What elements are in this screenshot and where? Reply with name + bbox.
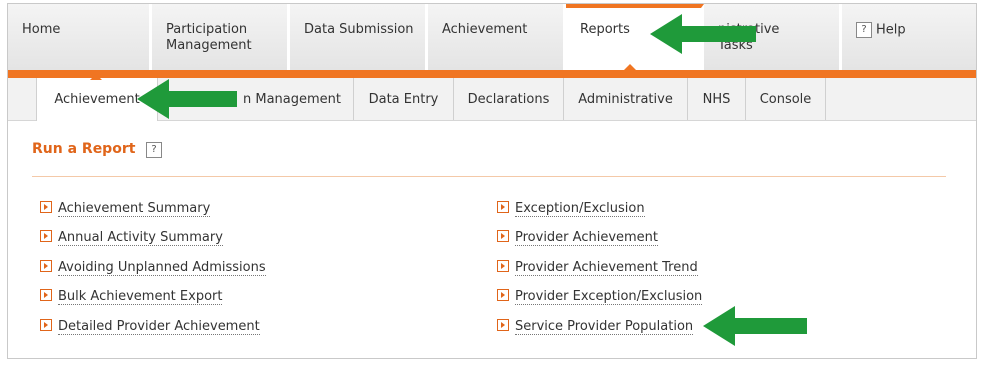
report-link-provider-exception-exclusion[interactable]: Provider Exception/Exclusion <box>497 289 703 305</box>
report-link-label: Provider Achievement <box>515 230 659 246</box>
tab-data-submission[interactable]: Data Submission <box>290 4 428 70</box>
play-arrow-icon <box>40 230 52 242</box>
subtab-achievement-label: Achievement <box>54 92 140 107</box>
report-link-exception-exclusion[interactable]: Exception/Exclusion <box>497 201 645 217</box>
report-link-label: Service Provider Population <box>515 319 694 335</box>
report-link-label: Exception/Exclusion <box>515 201 645 217</box>
report-panel: Home Participation Management Data Submi… <box>7 3 977 359</box>
play-arrow-icon <box>40 289 52 301</box>
tab-home-label: Home <box>22 22 61 37</box>
subtab-nhs[interactable]: NHS <box>688 78 746 120</box>
report-link-annual-activity-summary[interactable]: Annual Activity Summary <box>40 230 223 246</box>
subtab-nhs-label: NHS <box>702 92 731 107</box>
green-arrow-reports-icon <box>650 14 756 54</box>
subtab-participation-management-label: n Management <box>242 92 341 107</box>
subtab-data-entry[interactable]: Data Entry <box>354 78 454 120</box>
report-link-label: Avoiding Unplanned Admissions <box>58 260 266 276</box>
play-arrow-icon <box>40 260 52 272</box>
report-link-label: Bulk Achievement Export <box>58 289 223 305</box>
top-navigation: Home Participation Management Data Submi… <box>8 4 976 70</box>
report-link-label: Provider Exception/Exclusion <box>515 289 703 305</box>
subtab-console[interactable]: Console <box>746 78 826 120</box>
run-report-title: Run a Report <box>32 141 136 157</box>
tab-achievement-label: Achievement <box>442 22 528 37</box>
report-link-provider-achievement[interactable]: Provider Achievement <box>497 230 659 246</box>
report-link-bulk-achievement-export[interactable]: Bulk Achievement Export <box>40 289 223 305</box>
tab-help-label: Help <box>876 22 906 38</box>
play-arrow-icon <box>497 319 509 331</box>
report-link-provider-achievement-trend[interactable]: Provider Achievement Trend <box>497 260 698 276</box>
report-link-label: Provider Achievement Trend <box>515 260 698 276</box>
subtab-console-label: Console <box>759 92 812 107</box>
report-link-avoiding-unplanned-admissions[interactable]: Avoiding Unplanned Admissions <box>40 260 266 276</box>
play-arrow-icon <box>40 319 52 331</box>
tab-home[interactable]: Home <box>8 4 152 70</box>
help-icon: ? <box>856 22 872 38</box>
active-subtab-caret <box>90 74 102 80</box>
report-link-service-provider-population[interactable]: Service Provider Population <box>497 319 694 335</box>
report-link-label: Achievement Summary <box>58 201 211 217</box>
tab-reports-label: Reports <box>580 22 630 37</box>
tab-data-submission-label: Data Submission <box>304 22 414 37</box>
report-link-label: Annual Activity Summary <box>58 230 223 246</box>
play-arrow-icon <box>497 230 509 242</box>
accent-bar <box>8 70 976 78</box>
tab-participation-management-label: Participation Management <box>166 22 252 53</box>
report-link-label: Detailed Provider Achievement <box>58 319 260 335</box>
play-arrow-icon <box>497 289 509 301</box>
subtab-data-entry-label: Data Entry <box>368 92 439 107</box>
subtab-declarations-label: Declarations <box>467 92 550 107</box>
green-arrow-achievement-icon <box>137 79 237 119</box>
play-arrow-icon <box>497 260 509 272</box>
play-arrow-icon <box>40 201 52 213</box>
run-report-help-icon[interactable]: ? <box>146 142 162 158</box>
tab-participation-management[interactable]: Participation Management <box>152 4 290 70</box>
report-link-achievement-summary[interactable]: Achievement Summary <box>40 201 211 217</box>
section-divider <box>32 176 946 177</box>
report-link-detailed-provider-achievement[interactable]: Detailed Provider Achievement <box>40 319 260 335</box>
tab-help[interactable]: ? Help <box>842 4 976 70</box>
subtab-administrative[interactable]: Administrative <box>564 78 688 120</box>
subtab-administrative-label: Administrative <box>578 92 673 107</box>
play-arrow-icon <box>497 201 509 213</box>
subtab-declarations[interactable]: Declarations <box>454 78 564 120</box>
tab-achievement[interactable]: Achievement <box>428 4 566 70</box>
green-arrow-service-provider-icon <box>703 306 807 346</box>
